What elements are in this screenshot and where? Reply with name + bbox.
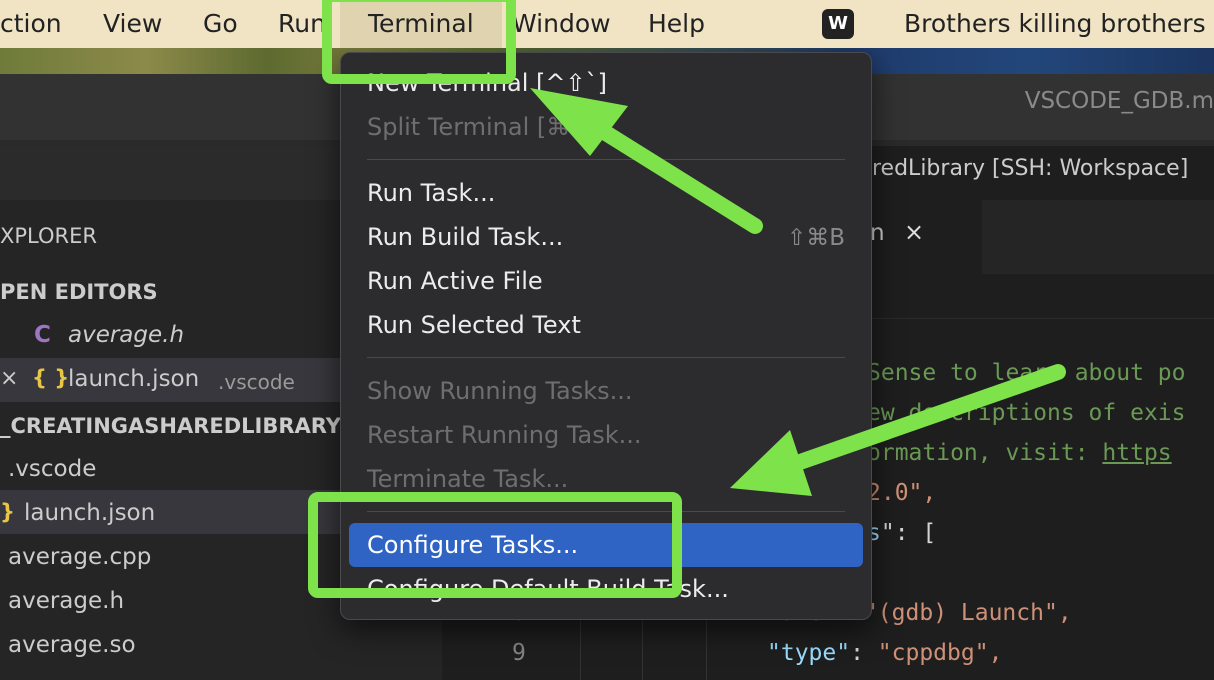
menu-item-run-task[interactable]: Run Task...	[367, 179, 495, 207]
menu-item-show-running-tasks: Show Running Tasks...	[367, 377, 633, 405]
code-key: "type"	[767, 640, 851, 666]
menu-item-shortcut: [⌘\]	[536, 113, 588, 141]
annotation-box-terminal-menu	[322, 0, 516, 84]
code-link[interactable]: https	[1102, 440, 1171, 466]
open-editors-header[interactable]: PEN EDITORS	[0, 280, 158, 304]
wps-icon[interactable]: W	[822, 9, 854, 39]
menu-item-run-build-task[interactable]: Run Build Task...	[367, 223, 563, 251]
code-comment-text: ormation, visit:	[867, 440, 1103, 466]
code-comment-line[interactable]: ormation, visit: https	[867, 440, 1172, 466]
menu-separator	[367, 357, 845, 358]
code-configurations-line[interactable]: s": [	[867, 520, 936, 546]
menu-selection[interactable]: ction	[0, 0, 62, 48]
c-file-icon: C	[34, 322, 51, 348]
code-string: "cppdbg",	[877, 640, 1003, 666]
code-comment-line[interactable]: Sense to learn about po	[867, 360, 1186, 386]
tree-item-average-h[interactable]: average.h	[8, 588, 124, 614]
menu-item-split-terminal: Split Terminal [⌘\]	[367, 113, 588, 141]
tree-item-launch-json[interactable]: launch.json	[24, 500, 155, 526]
macos-menu-bar: ction View Go Run Terminal Window Help W…	[0, 0, 1214, 48]
code-type-line[interactable]: "type": "cppdbg",	[767, 640, 1002, 666]
open-editor-dir: .vscode	[218, 370, 295, 394]
window-title: VSCODE_GDB.m	[1024, 88, 1214, 114]
code-punct: :	[850, 640, 878, 666]
json-file-icon: { }	[32, 366, 70, 390]
tree-item-average-so[interactable]: average.so	[8, 632, 136, 658]
menu-item-label: Split Terminal	[367, 113, 530, 141]
open-editor-launch-json[interactable]: launch.json	[68, 366, 199, 392]
code-comment-line[interactable]: ew descriptions of exis	[867, 400, 1186, 426]
menu-item-restart-running-task: Restart Running Task...	[367, 421, 642, 449]
tree-item-vscode[interactable]: .vscode	[8, 456, 96, 482]
menu-view[interactable]: View	[103, 0, 162, 48]
close-icon[interactable]: ×	[904, 218, 924, 246]
now-playing-text[interactable]: Brothers killing brothers	[904, 0, 1206, 48]
menu-go[interactable]: Go	[203, 0, 238, 48]
menu-window[interactable]: Window	[512, 0, 611, 48]
menu-run[interactable]: Run	[278, 0, 326, 48]
workspace-folder-header[interactable]: _CREATINGASHAREDLIBRARY	[0, 414, 341, 438]
tree-item-average-cpp[interactable]: average.cpp	[8, 544, 151, 570]
menu-item-shortcut: ⇧⌘B	[786, 225, 845, 251]
code-version-line[interactable]: 2.0",	[867, 480, 936, 506]
menu-item-terminate-task: Terminate Task...	[367, 465, 569, 493]
menu-help[interactable]: Help	[648, 0, 705, 48]
line-number: 9	[512, 640, 526, 666]
menu-item-run-selected-text[interactable]: Run Selected Text	[367, 311, 581, 339]
annotation-box-configure-tasks	[308, 492, 682, 598]
menu-separator	[367, 159, 845, 160]
json-file-icon: }	[0, 500, 15, 524]
open-editor-average-h[interactable]: average.h	[68, 322, 184, 348]
menu-item-shortcut: [^⇧`]	[536, 69, 607, 97]
close-icon[interactable]: ×	[0, 366, 18, 391]
editor-window-title: redLibrary [SSH: Workspace]	[872, 156, 1189, 181]
menu-item-run-active-file[interactable]: Run Active File	[367, 267, 543, 295]
tab-label[interactable]: n	[870, 220, 885, 246]
code-punct: ": [	[880, 520, 937, 546]
explorer-header: XPLORER	[0, 224, 97, 248]
code-string: "(gdb) Launch",	[863, 600, 1072, 626]
